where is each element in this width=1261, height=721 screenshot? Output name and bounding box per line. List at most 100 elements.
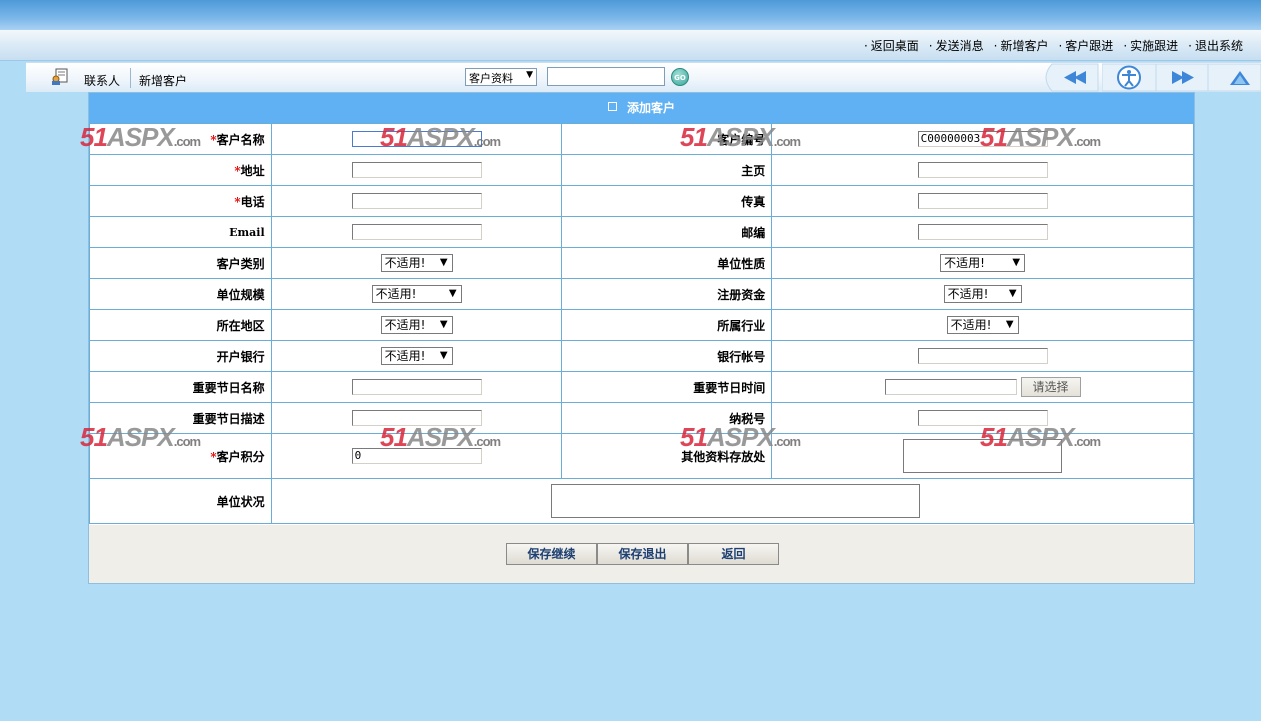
tax-label: 纳税号 (561, 402, 773, 434)
forward-nav-button[interactable] (1156, 63, 1208, 92)
form-row: 所在地区 不适用! ▼ 所属行业 不适用! ▼ (89, 309, 1194, 341)
toolbar: 联系人 新增客户 客户资料 ▼ GO (26, 62, 1261, 92)
square-icon (607, 102, 617, 111)
holiday-time-input[interactable] (884, 379, 1017, 395)
search-type-value: 客户资料 (469, 72, 513, 85)
industry-select[interactable]: 不适用! ▼ (946, 316, 1019, 334)
form-row: Email 邮编 (89, 216, 1194, 248)
capital-cell: 不适用! ▼ (771, 278, 1194, 310)
phone-label: *电话 (89, 185, 272, 217)
address-label: *地址 (89, 154, 272, 186)
homepage-cell (771, 154, 1194, 186)
back-nav-button[interactable] (1038, 63, 1099, 92)
address-cell (270, 154, 563, 186)
contacts-link[interactable]: 联系人 (84, 72, 120, 89)
nature-select[interactable]: 不适用! ▼ (940, 254, 1026, 272)
address-label-text: 地址 (240, 163, 265, 178)
phone-cell (270, 185, 563, 217)
top-nav-button[interactable] (1208, 63, 1261, 92)
form-row: 重要节日描述 纳税号 (89, 402, 1194, 434)
scale-cell: 不适用! ▼ (270, 278, 563, 310)
category-label: 客户类别 (89, 247, 272, 279)
back-button[interactable]: 返回 (688, 543, 779, 565)
capital-select[interactable]: 不适用! ▼ (943, 285, 1022, 303)
holiday-name-input[interactable] (351, 379, 482, 395)
email-input[interactable] (351, 224, 482, 240)
search-input[interactable] (547, 67, 665, 86)
chevron-down-icon: ▼ (1005, 319, 1014, 330)
scale-select-value: 不适用! (375, 287, 417, 301)
customer-name-cell (270, 123, 563, 155)
customer-name-input[interactable] (351, 131, 482, 147)
pick-date-button[interactable]: 请选择 (1020, 377, 1081, 397)
accessibility-button[interactable] (1102, 63, 1156, 92)
points-label-text: 客户积分 (216, 449, 265, 464)
fax-cell (771, 185, 1194, 217)
save-exit-button[interactable]: 保存退出 (597, 543, 688, 565)
chevron-down-icon: ▼ (439, 319, 448, 330)
category-cell: 不适用! ▼ (270, 247, 563, 279)
email-label: Email (89, 216, 272, 248)
status-textarea[interactable] (550, 484, 920, 518)
chevron-down-icon: ▼ (526, 70, 533, 80)
customer-no-input[interactable]: C00000003 (917, 131, 1048, 147)
nature-label: 单位性质 (561, 247, 773, 279)
nav-send-message[interactable]: 发送消息 (929, 37, 984, 54)
fax-input[interactable] (917, 193, 1048, 209)
account-cell (771, 340, 1194, 372)
nav-logout[interactable]: 退出系统 (1188, 37, 1243, 54)
chevron-down-icon: ▼ (1008, 288, 1017, 299)
form-row: 客户类别 不适用! ▼ 单位性质 不适用! ▼ (89, 247, 1194, 279)
phone-input[interactable] (351, 193, 482, 209)
other-textarea[interactable] (903, 439, 1063, 473)
region-label: 所在地区 (89, 309, 272, 341)
save-continue-button[interactable]: 保存继续 (506, 543, 597, 565)
holiday-time-label: 重要节日时间 (561, 371, 773, 403)
nav-new-customer[interactable]: 新增客户 (994, 37, 1048, 54)
status-label: 单位状况 (89, 478, 272, 524)
nav-implement-follow[interactable]: 实施跟进 (1123, 37, 1178, 54)
form-row: 重要节日名称 重要节日时间 请选择 (89, 371, 1194, 403)
go-button[interactable]: GO (671, 68, 689, 86)
search-type-select[interactable]: 客户资料 ▼ (465, 68, 537, 86)
nature-select-value: 不适用! (944, 256, 985, 270)
nav-customer-follow[interactable]: 客户跟进 (1058, 37, 1113, 54)
points-input[interactable]: 0 (351, 448, 482, 464)
tax-input[interactable] (917, 410, 1048, 426)
bank-select[interactable]: 不适用! ▼ (380, 347, 453, 365)
nav-return-desktop[interactable]: 返回桌面 (864, 37, 919, 54)
region-select-value: 不适用! (384, 318, 426, 332)
region-select[interactable]: 不适用! ▼ (380, 316, 453, 334)
capital-label: 注册资金 (561, 278, 773, 310)
zip-cell (771, 216, 1194, 248)
category-select[interactable]: 不适用! ▼ (380, 254, 453, 272)
holiday-desc-label: 重要节日描述 (89, 402, 272, 434)
other-cell (771, 433, 1194, 479)
contacts-icon[interactable] (51, 68, 69, 86)
account-input[interactable] (917, 348, 1048, 364)
email-cell (270, 216, 563, 248)
region-cell: 不适用! ▼ (270, 309, 563, 341)
status-cell (270, 478, 1195, 524)
holiday-time-cell: 请选择 (771, 371, 1194, 403)
up-arrow-icon (1208, 63, 1261, 92)
form-row: *电话 传真 (89, 185, 1194, 217)
customer-no-cell: C00000003 (771, 123, 1194, 155)
new-customer-link[interactable]: 新增客户 (139, 72, 187, 89)
holiday-desc-input[interactable] (351, 410, 482, 426)
zip-label: 邮编 (561, 216, 773, 248)
homepage-input[interactable] (917, 162, 1048, 178)
top-banner (0, 0, 1261, 30)
form-actions-row: 保存继续 保存退出 返回 (89, 525, 1194, 583)
address-input[interactable] (351, 162, 482, 178)
scale-label: 单位规模 (89, 278, 272, 310)
zip-input[interactable] (917, 224, 1048, 240)
category-select-value: 不适用! (384, 256, 426, 270)
customer-form-table: *客户名称 客户编号 C00000003 *地址 主页 *电话 传真 Email… (89, 123, 1195, 524)
form-row: 单位状况 (89, 478, 1195, 524)
form-row: *客户名称 客户编号 C00000003 (89, 123, 1194, 155)
bank-label: 开户银行 (89, 340, 272, 372)
scale-select[interactable]: 不适用! ▼ (371, 285, 462, 303)
capital-select-value: 不适用! (947, 287, 989, 301)
double-right-arrow-icon (1156, 63, 1208, 92)
